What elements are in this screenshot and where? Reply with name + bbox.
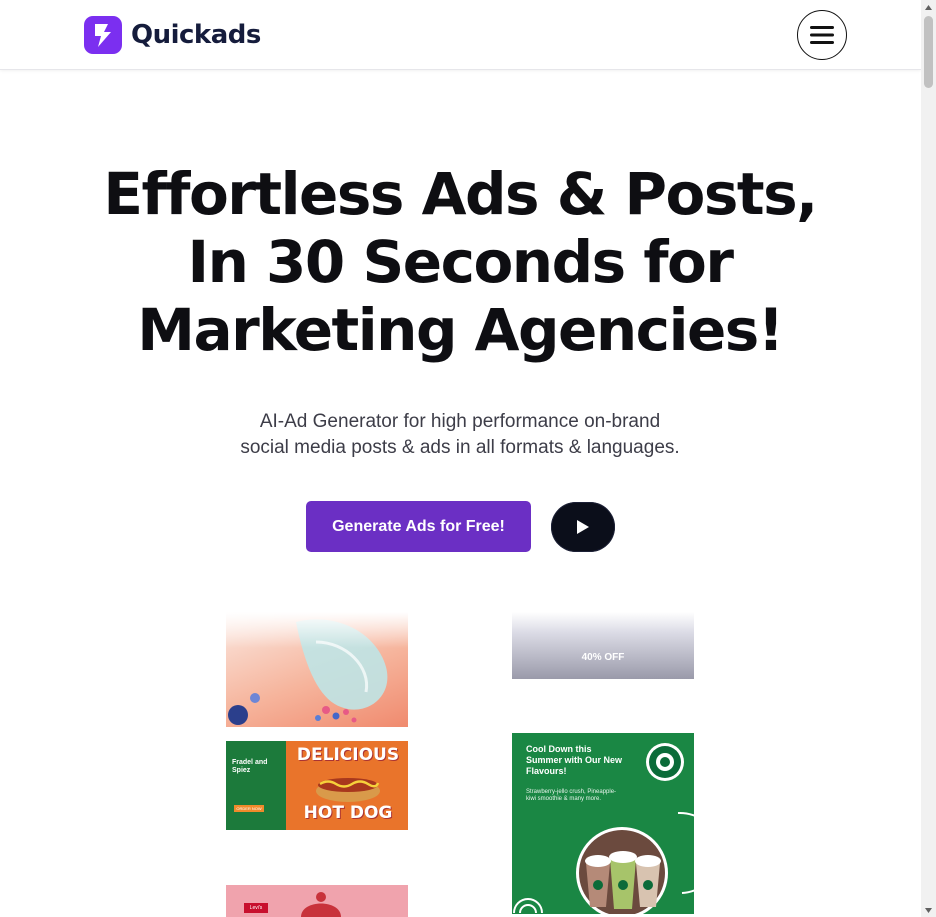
scrollbar[interactable] — [921, 0, 936, 917]
lightning-logo-icon — [84, 16, 122, 54]
scroll-down-arrow-icon[interactable] — [921, 903, 936, 917]
hotdog-title-text: DELICIOUS — [296, 745, 400, 765]
hero-subtitle: AI-Ad Generator for high performance on-… — [160, 409, 760, 461]
scroll-up-arrow-icon[interactable] — [921, 0, 936, 14]
starbucks-headline: Cool Down this Summer with Our New Flavo… — [526, 744, 623, 776]
play-video-button[interactable] — [551, 502, 615, 552]
subtitle-line: social media posts & ads in all formats … — [240, 437, 680, 458]
generate-ads-button[interactable]: Generate Ads for Free! — [306, 501, 531, 552]
scroll-thumb[interactable] — [924, 16, 933, 88]
sale-ad-image: 40% OFF — [512, 612, 694, 679]
headline-line: Marketing Agencies! — [137, 296, 784, 364]
menu-button[interactable] — [797, 10, 847, 60]
hotdog-brand-panel: Fradel and Spiez ORDER NOW — [226, 741, 286, 830]
sneaker-ad-image — [226, 612, 408, 727]
headline-line: In 30 Seconds for — [187, 228, 734, 296]
hotdog-subtitle-text: HOT DOG — [303, 803, 393, 823]
fade-overlay — [226, 612, 408, 648]
hotdog-icon — [316, 778, 380, 802]
levis-logo-badge: Levi's — [244, 903, 268, 913]
starbucks-logo-icon — [646, 743, 684, 781]
hotdog-brand-text: Fradel and Spiez — [232, 759, 268, 774]
starbucks-body: Strawberry-jello crush, Pineapple-kiwi s… — [526, 789, 617, 802]
logo-text: Quickads — [131, 20, 261, 50]
order-now-badge: ORDER NOW — [234, 805, 264, 812]
play-icon — [577, 520, 589, 534]
logo[interactable]: Quickads — [84, 16, 261, 54]
levis-ad-image: Levi's — [226, 885, 408, 917]
hamburger-icon — [810, 26, 834, 44]
site-header: Quickads — [0, 0, 921, 70]
subtitle-line: AI-Ad Generator for high performance on-… — [259, 411, 661, 432]
frappuccino-cups-illustration — [513, 811, 694, 914]
starbucks-ad-image: Cool Down this Summer with Our New Flavo… — [512, 733, 694, 914]
hotdog-ad-image: Fradel and Spiez ORDER NOW DELICIOUS HOT… — [226, 741, 408, 830]
headline-line: Effortless Ads & Posts, — [103, 160, 818, 228]
beanie-person-illustration — [301, 892, 341, 917]
hero-headline: Effortless Ads & Posts, In 30 Seconds fo… — [60, 160, 860, 364]
sale-percent-text: 40% OFF — [581, 652, 625, 663]
